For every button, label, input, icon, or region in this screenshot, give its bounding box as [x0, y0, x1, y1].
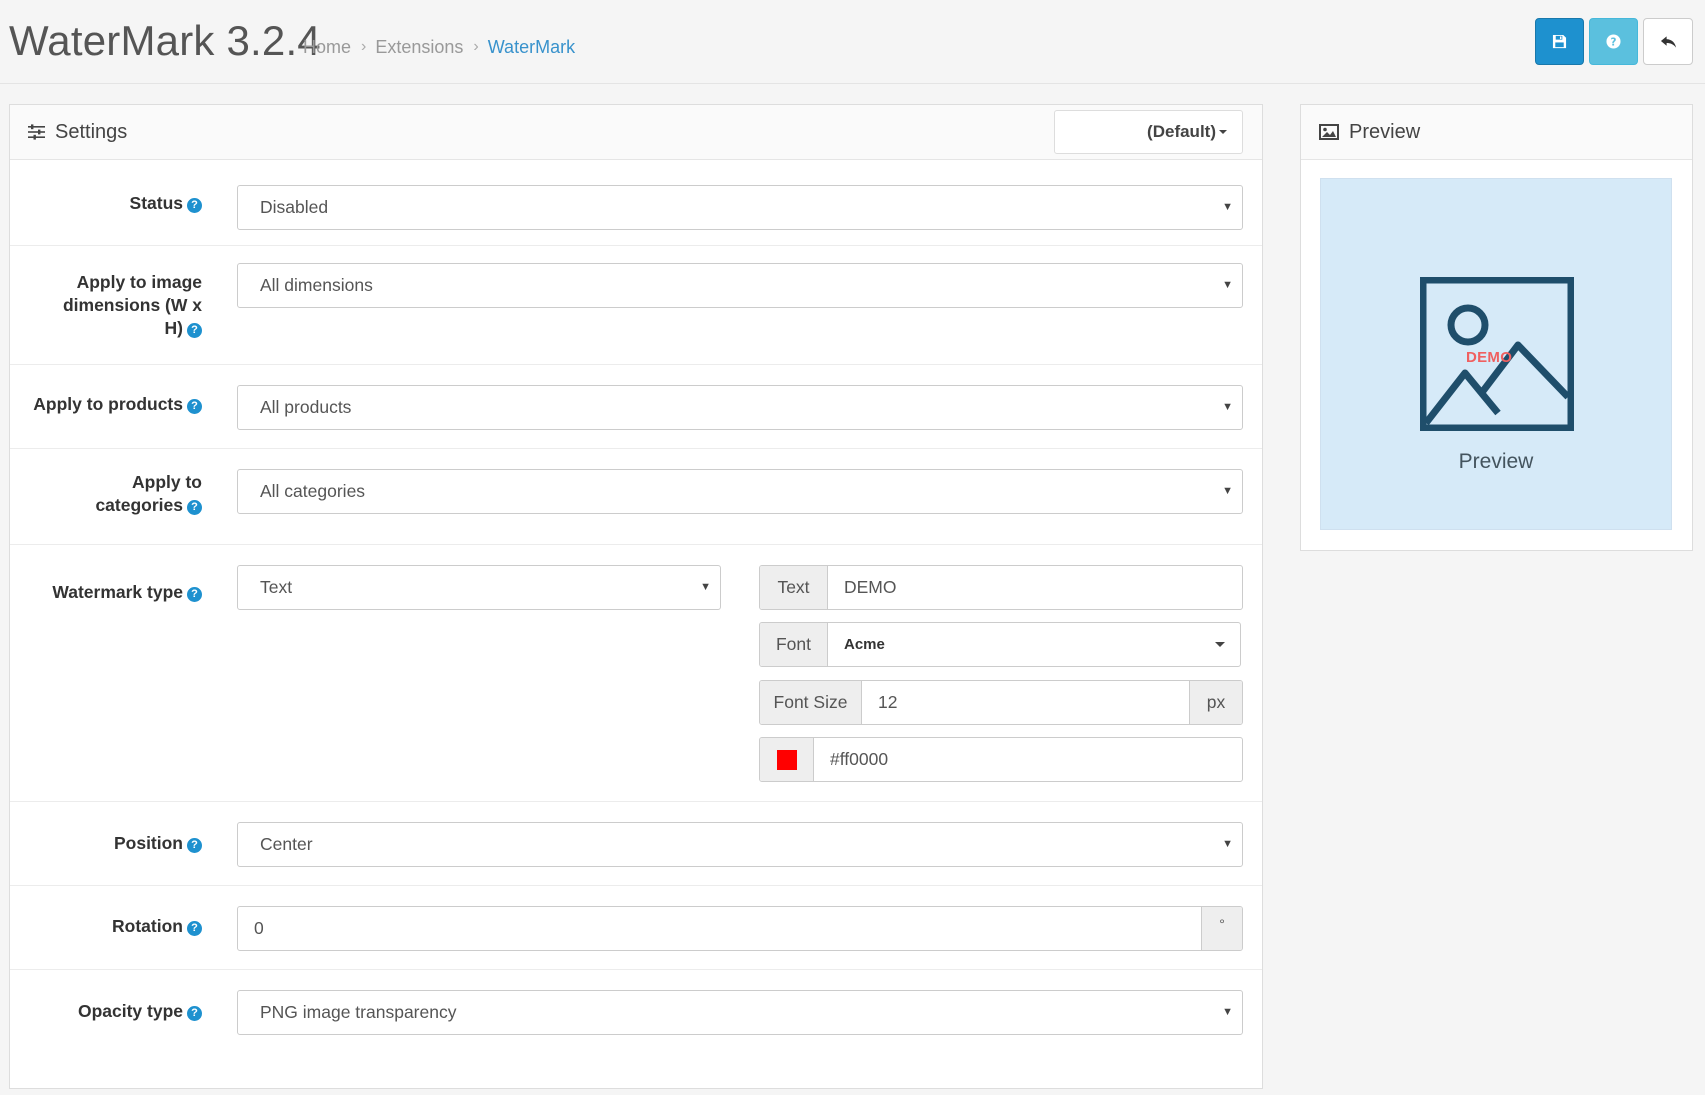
font-size-input[interactable]: 12: [862, 681, 1189, 724]
text-input-group: Text DEMO: [759, 565, 1243, 610]
select-arrow-icon: ▼: [1222, 1006, 1233, 1018]
dimensions-row: Apply to image dimensions (W x H)? All d…: [10, 246, 1262, 365]
help-button[interactable]: ?: [1589, 18, 1638, 65]
watermark-type-label: Watermark type?: [12, 581, 202, 604]
products-select[interactable]: All products ▼: [237, 385, 1243, 430]
font-size-input-group: Font Size 12 px: [759, 680, 1243, 725]
help-icon[interactable]: ?: [187, 399, 202, 414]
status-select[interactable]: Disabled ▼: [237, 185, 1243, 230]
watermark-type-select[interactable]: Text ▼: [237, 565, 721, 610]
help-icon[interactable]: ?: [187, 921, 202, 936]
font-input-group: Font Acme: [759, 622, 1241, 667]
help-icon[interactable]: ?: [187, 198, 202, 213]
preview-title: Preview: [1349, 121, 1421, 143]
help-icon[interactable]: ?: [187, 838, 202, 853]
opacity-label: Opacity type?: [12, 1000, 202, 1023]
dimensions-label: Apply to image dimensions (W x H)?: [62, 272, 202, 338]
watermark-text-preview: DEMO: [1466, 349, 1513, 366]
preview-image: DEMO Preview: [1320, 178, 1672, 530]
language-dropdown[interactable]: (Default): [1054, 110, 1243, 154]
help-icon[interactable]: ?: [187, 500, 202, 515]
status-label: Status?: [12, 192, 202, 215]
preview-caption: Preview: [1458, 450, 1534, 473]
sliders-icon: [28, 124, 45, 140]
categories-select[interactable]: All categories ▼: [237, 469, 1243, 514]
products-label: Apply to products?: [2, 393, 202, 416]
page-title: WaterMark 3.2.4: [9, 17, 321, 64]
breadcrumb-home[interactable]: Home: [303, 36, 351, 58]
font-select[interactable]: Acme: [828, 623, 1240, 666]
page-header: WaterMark 3.2.4 Home › Extensions › Wate…: [0, 0, 1705, 84]
caret-down-icon: [1215, 642, 1225, 647]
settings-panel: Settings (Default) Status? Disabled ▼ App…: [9, 104, 1263, 1089]
px-addon: px: [1189, 681, 1242, 724]
text-addon: Text: [760, 566, 828, 609]
floppy-disk-icon: [1552, 34, 1567, 49]
question-icon: ?: [1606, 34, 1621, 49]
help-icon[interactable]: ?: [187, 1006, 202, 1021]
select-arrow-icon: ▼: [1222, 401, 1233, 413]
breadcrumb-extensions[interactable]: Extensions: [375, 36, 463, 58]
rotation-input[interactable]: 0: [238, 907, 1201, 950]
settings-title: Settings: [55, 121, 128, 143]
save-button[interactable]: [1535, 18, 1584, 65]
preview-panel-heading: Preview: [1301, 105, 1692, 160]
svg-text:?: ?: [1611, 36, 1617, 48]
select-arrow-icon: ▼: [700, 581, 711, 593]
select-arrow-icon: ▼: [1222, 279, 1233, 291]
rotation-label: Rotation?: [12, 915, 202, 938]
status-row: Status? Disabled ▼: [10, 161, 1262, 246]
preview-panel: Preview DEMO Preview: [1300, 104, 1693, 551]
color-input-group: #ff0000: [759, 737, 1243, 782]
degree-addon: °: [1201, 907, 1242, 950]
rotation-row: Rotation? 0 °: [10, 886, 1262, 970]
help-icon[interactable]: ?: [187, 587, 202, 602]
reply-arrow-icon: [1660, 35, 1676, 48]
position-row: Position? Center ▼: [10, 802, 1262, 886]
opacity-row: Opacity type? PNG image transparency ▼: [10, 970, 1262, 1088]
breadcrumb-separator: ›: [361, 38, 367, 55]
back-button[interactable]: [1643, 18, 1693, 65]
select-arrow-icon: ▼: [1222, 485, 1233, 497]
select-arrow-icon: ▼: [1222, 201, 1233, 213]
dimensions-select[interactable]: All dimensions ▼: [237, 263, 1243, 308]
opacity-select[interactable]: PNG image transparency ▼: [237, 990, 1243, 1035]
select-arrow-icon: ▼: [1222, 838, 1233, 850]
watermark-text-input[interactable]: DEMO: [828, 566, 1242, 609]
categories-row: Apply to categories? All categories ▼: [10, 449, 1262, 545]
position-label: Position?: [12, 832, 202, 855]
watermark-type-row: Watermark type? Text ▼ Text DEMO Font Acm…: [10, 545, 1262, 802]
categories-label: Apply to categories?: [95, 472, 202, 515]
breadcrumb-separator: ›: [473, 38, 479, 55]
color-input[interactable]: #ff0000: [814, 738, 1242, 781]
color-swatch: [776, 749, 797, 770]
font-size-addon: Font Size: [760, 681, 862, 724]
breadcrumb-watermark[interactable]: WaterMark: [488, 36, 575, 58]
rotation-input-group: 0 °: [237, 906, 1243, 951]
color-swatch-addon[interactable]: [760, 738, 814, 781]
position-select[interactable]: Center ▼: [237, 822, 1243, 867]
image-icon: [1319, 124, 1339, 140]
language-selected: (Default): [1147, 122, 1216, 141]
font-addon: Font: [760, 623, 828, 666]
products-row: Apply to products? All products ▼: [10, 365, 1262, 449]
help-icon[interactable]: ?: [187, 323, 202, 338]
caret-down-icon: [1219, 130, 1227, 134]
settings-panel-heading: Settings (Default): [10, 105, 1262, 160]
breadcrumb: Home › Extensions › WaterMark: [303, 36, 575, 58]
